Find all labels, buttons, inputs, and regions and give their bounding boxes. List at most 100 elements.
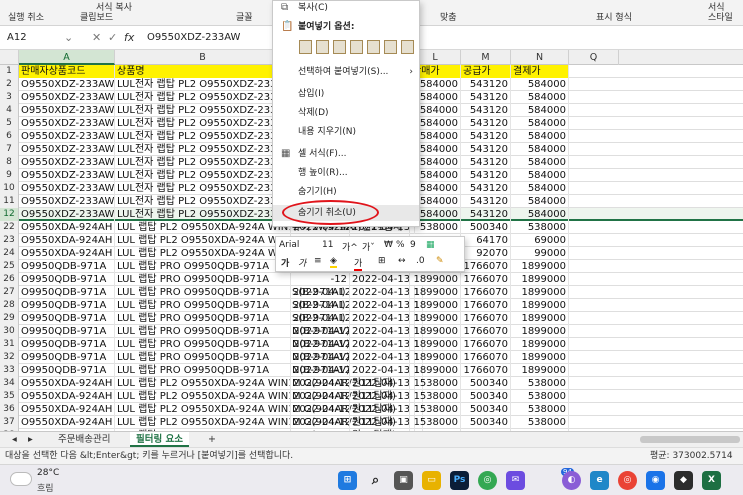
row-header[interactable]: 37 [0, 416, 19, 429]
cell-price[interactable]: 538000 [410, 403, 461, 416]
cell-payment[interactable]: 584000 [511, 143, 569, 156]
excel-icon[interactable]: X [702, 471, 721, 490]
cell-payment[interactable]: 1899000 [511, 338, 569, 351]
row-header[interactable]: 8 [0, 156, 19, 169]
ribbon-group-undo[interactable]: 실행 취소 [8, 10, 44, 23]
paste-formatting-icon[interactable] [367, 40, 380, 54]
task-view-icon[interactable]: ▣ [394, 471, 413, 490]
row-header[interactable]: 29 [0, 312, 19, 325]
cell-product-name[interactable]: LUL 랩탑 PL2 O9550XDA-924A WIN11 [115, 234, 291, 247]
font-select[interactable]: Arial [279, 240, 299, 250]
cell-delivery-date[interactable]: 2022-04-13 [350, 403, 410, 416]
menu-row-height[interactable]: 행 높이(R)... [273, 165, 419, 181]
cell-product-code[interactable]: O9550XDZ-233AW [19, 156, 115, 169]
italic-button[interactable]: 가 [298, 256, 306, 269]
cell-product-name[interactable]: LUL 랩탑 PRO O9950QDB-971A [115, 299, 291, 312]
comma-button[interactable]: 9 [410, 240, 416, 250]
cell-product-code[interactable]: O9550XDZ-233AW [19, 169, 115, 182]
cell-ship-date[interactable]: 2022-04-12 [291, 325, 350, 338]
cell-delivery-date[interactable]: 2022-04-13 [350, 416, 410, 429]
currency-button[interactable]: ₩ [384, 240, 393, 250]
cell-product-name[interactable]: LUL전자 랩탑 PL2 O9550XDZ-233 [115, 169, 291, 182]
cell-supply-price[interactable]: 500340 [461, 221, 511, 234]
cell-payment[interactable]: 584000 [511, 156, 569, 169]
ribbon-group-font[interactable]: 글꼴 [236, 10, 253, 23]
row-header[interactable]: 31 [0, 338, 19, 351]
search-icon[interactable]: ⌕ [366, 471, 385, 490]
cell-ship-date[interactable]: 2022-04-12 [291, 377, 350, 390]
cell-product-name[interactable]: LUL 랩탑 PRO O9950QDB-971A [115, 364, 291, 377]
cell-product-name[interactable]: LUL 랩탑 PRO O9950QDB-971A [115, 338, 291, 351]
cell-supply-price[interactable]: 543120 [461, 143, 511, 156]
percent-button[interactable]: % [396, 240, 405, 250]
cell-product-name[interactable]: LUL전자 랩탑 PL2 O9550XDZ-233 [115, 195, 291, 208]
row-header[interactable]: 30 [0, 325, 19, 338]
cell-supply-price[interactable]: 1766070 [461, 325, 511, 338]
column-title-cell[interactable]: 판매자상품코드 [19, 65, 115, 78]
cell-supply-price[interactable]: 1766070 [461, 286, 511, 299]
cell-product-name[interactable]: LUL 랩탑 PRO O9950QDB-971A [115, 260, 291, 273]
browser-icon[interactable]: ◉ [646, 471, 665, 490]
cell-product-code[interactable]: O9950QDB-971A [19, 273, 115, 286]
row-header[interactable]: 11 [0, 195, 19, 208]
cell-price[interactable]: 1899000 [410, 299, 461, 312]
row-header[interactable]: 6 [0, 130, 19, 143]
cell-supply-price[interactable]: 500340 [461, 416, 511, 429]
cell-supply-price[interactable]: 1766070 [461, 299, 511, 312]
row-header[interactable]: 33 [0, 364, 19, 377]
cell-payment[interactable]: 538000 [511, 390, 569, 403]
cell-supply-price[interactable]: 64170 [461, 234, 511, 247]
cell-ship-date[interactable]: 2022-04-12 [291, 351, 350, 364]
cell-payment[interactable]: 584000 [511, 117, 569, 130]
app-icon[interactable]: ◐ [562, 471, 581, 490]
cell-product-name[interactable]: LUL전자 랩탑 PL2 O9550XDZ-233 [115, 91, 291, 104]
cell-product-code[interactable]: O9550XDZ-233AW [19, 195, 115, 208]
cell-product-name[interactable]: LUL전자 랩탑 PL2 O9550XDZ-233 [115, 182, 291, 195]
windows-start-icon[interactable]: ⊞ [338, 471, 357, 490]
cell-payment[interactable]: 538000 [511, 221, 569, 234]
cell-product-name[interactable]: LUL 랩탑 PL2 O9550XDA-924A WIN11 [115, 221, 291, 234]
cell-supply-price[interactable]: 543120 [461, 208, 511, 221]
cell-product-name[interactable]: LUL 랩탑 PRO O9950QDB-971A [115, 273, 291, 286]
file-explorer-icon[interactable]: ▭ [422, 471, 441, 490]
row-header[interactable]: 23 [0, 234, 19, 247]
cell-supply-price[interactable]: 543120 [461, 117, 511, 130]
name-box[interactable]: A12 [3, 30, 61, 46]
cell-supply-price[interactable]: 1766070 [461, 338, 511, 351]
cell-supply-price[interactable]: 543120 [461, 156, 511, 169]
cell-product-name[interactable]: LUL 랩탑 PL2 O9550XDA-924A WIN11 [115, 377, 291, 390]
menu-hide[interactable]: 숨기기(H) [273, 184, 419, 200]
cell-supply-price[interactable]: 1766070 [461, 273, 511, 286]
photoshop-icon[interactable]: Ps [450, 471, 469, 490]
cell-product-code[interactable]: O9550XDZ-233AW [19, 78, 115, 91]
menu-format-cells[interactable]: ▦ 셀 서식(F)... [273, 146, 419, 162]
cell-product-name[interactable]: LUL 랩탑 PRO O9950QDB-971A [115, 325, 291, 338]
row-header[interactable]: 1 [0, 65, 19, 78]
cell-supply-price[interactable]: 543120 [461, 130, 511, 143]
row-header[interactable]: 36 [0, 403, 19, 416]
borders-button[interactable]: ⊞ [378, 256, 386, 266]
cell-product-name[interactable]: LUL 랩탑 PL2 O9550XDA-924A WIN11 [115, 416, 291, 429]
cell-ship-date[interactable]: 2022-04-12 [291, 403, 350, 416]
cell-supply-price[interactable]: 543120 [461, 169, 511, 182]
row-header[interactable]: 22 [0, 221, 19, 234]
row-header[interactable]: 5 [0, 117, 19, 130]
cell-supply-price[interactable]: 543120 [461, 104, 511, 117]
cell-delivery-date[interactable]: 2022-04-13 [350, 286, 410, 299]
cell-payment[interactable]: 584000 [511, 104, 569, 117]
cell-ship-date[interactable]: -12 [291, 273, 350, 286]
cell-price[interactable]: 1899000 [410, 351, 461, 364]
bold-button[interactable]: 가 [281, 256, 289, 269]
column-header-M[interactable]: M [461, 50, 511, 65]
cell-product-code[interactable]: O9550XDA-924AH [19, 390, 115, 403]
column-title-cell[interactable]: 상품명 [115, 65, 291, 78]
menu-clear[interactable]: 내용 지우기(N) [273, 124, 419, 140]
sheet-nav-right[interactable]: ▸ [22, 432, 39, 447]
format-painter[interactable]: 서식 복사 [96, 0, 132, 13]
menu-insert[interactable]: 삽입(I) [273, 86, 419, 102]
cell-product-code[interactable]: O9550XDZ-233AW [19, 117, 115, 130]
weather-temp[interactable]: 28°C [37, 468, 59, 478]
cell-delivery-date[interactable]: 2022-04-13 [350, 338, 410, 351]
cell-product-code[interactable]: O9550XDZ-233AW [19, 182, 115, 195]
edge-icon[interactable]: e [590, 471, 609, 490]
